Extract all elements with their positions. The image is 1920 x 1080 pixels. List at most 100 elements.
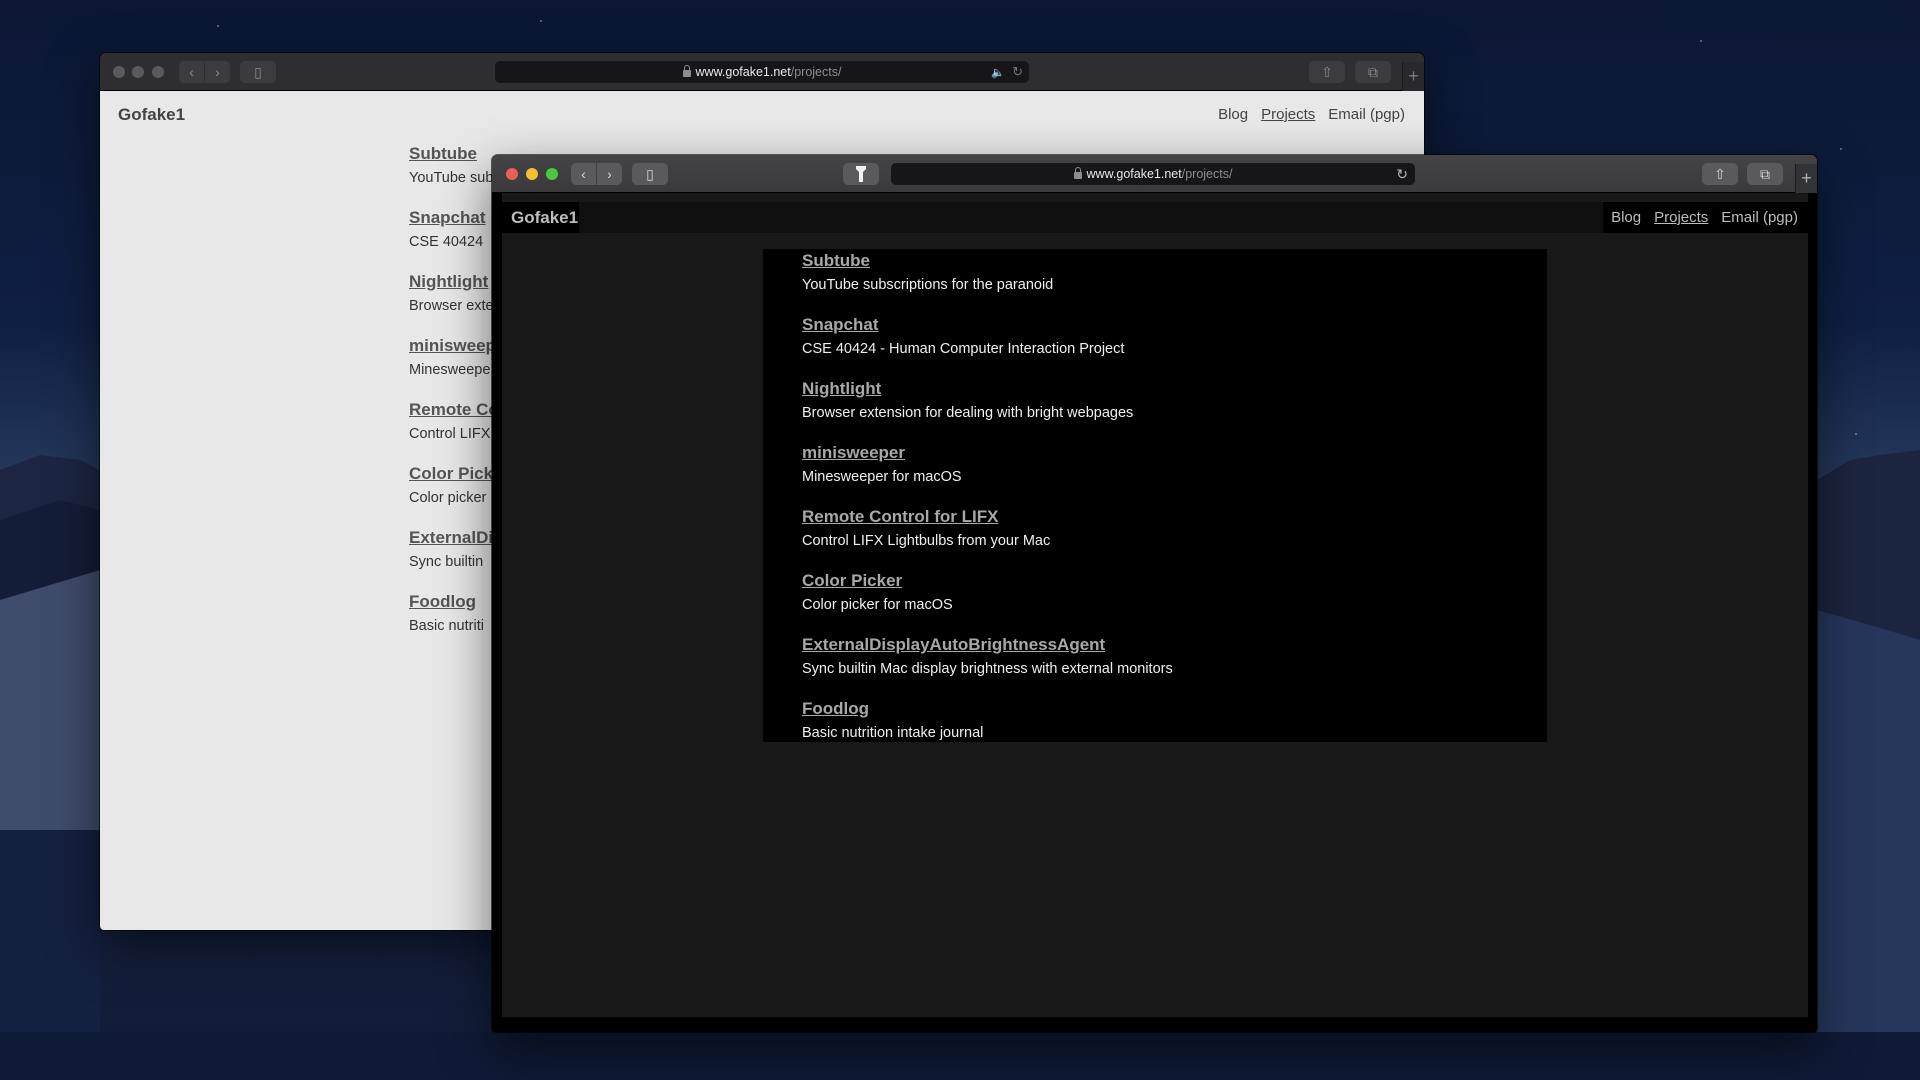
project-item: Nightlight Browser extension for dealing …	[802, 377, 1173, 441]
project-item: Snapchat CSE 40424	[409, 206, 499, 270]
project-description: Control LIFX	[409, 426, 491, 442]
browser-window-dark[interactable]: ‹ › ▯ www.gofake1.net/projects/ ↻ ⇧ ⧉ + …	[492, 155, 1817, 1032]
show-tabs-button[interactable]: ⧉	[1355, 61, 1391, 83]
project-title-link[interactable]: Remote Co	[409, 398, 499, 422]
project-title-link[interactable]: Color Picker	[802, 569, 1173, 593]
project-description: Control LIFX Lightbulbs from your Mac	[802, 533, 1051, 549]
sidebar-icon: ▯	[646, 165, 654, 182]
star	[1840, 148, 1842, 150]
nav-projects[interactable]: Projects	[1261, 106, 1315, 123]
star	[540, 20, 542, 22]
project-list: Subtube YouTube sub Snapchat CSE 40424 Nig…	[409, 142, 499, 654]
share-icon: ⇧	[1321, 63, 1333, 80]
project-item: Foodlog Basic nutriti	[409, 590, 499, 654]
project-title-link[interactable]: minisweeper	[802, 441, 1173, 465]
star	[1700, 40, 1702, 42]
reload-icon[interactable]: ↻	[1012, 64, 1023, 80]
project-description: CSE 40424	[409, 234, 484, 250]
project-item: ExternalDi Sync builtin	[409, 526, 499, 590]
tabs-icon: ⧉	[1368, 63, 1378, 80]
share-button[interactable]: ⇧	[1702, 163, 1738, 185]
project-title-link[interactable]: ExternalDisplayAutoBrightnessAgent	[802, 633, 1173, 657]
site-title[interactable]: Gofake1	[502, 202, 580, 233]
site-header: Gofake1 Blog Projects Email (pgp)	[502, 202, 1808, 233]
chevron-right-icon: ›	[215, 64, 220, 80]
project-title-link[interactable]: Foodlog	[802, 697, 1173, 721]
project-item: Color Picker Color picker for macOS	[802, 569, 1173, 633]
project-item: Remote Control for LIFX Control LIFX Ligh…	[802, 505, 1173, 569]
site-nav: Blog Projects Email (pgp)	[1218, 106, 1405, 123]
close-button[interactable]	[506, 168, 518, 180]
zoom-button[interactable]	[152, 66, 164, 78]
project-description: Basic nutriti	[409, 618, 484, 634]
window-toolbar: ‹ › ▯ www.gofake1.net/projects/ 🔈 ↻ ⇧ ⧉ …	[100, 53, 1424, 91]
project-title-link[interactable]: Remote Control for LIFX	[802, 505, 1173, 529]
sidebar-button[interactable]: ▯	[240, 61, 276, 83]
project-item: Remote Co Control LIFX	[409, 398, 499, 462]
project-title-link[interactable]: Subtube	[409, 142, 499, 166]
window-toolbar: ‹ › ▯ www.gofake1.net/projects/ ↻ ⇧ ⧉ +	[492, 155, 1817, 193]
share-icon: ⇧	[1714, 165, 1726, 182]
forward-button[interactable]: ›	[205, 61, 230, 83]
chevron-left-icon: ‹	[581, 166, 586, 182]
nav-email[interactable]: Email (pgp)	[1721, 202, 1798, 233]
project-title-link[interactable]: Nightlight	[802, 377, 1173, 401]
minimize-button[interactable]	[526, 168, 538, 180]
project-item: Snapchat CSE 40424 - Human Computer Inter…	[802, 313, 1173, 377]
flashlight-icon	[856, 166, 866, 182]
audio-icon[interactable]: 🔈	[991, 66, 1005, 79]
project-description: Browser extension for dealing with brigh…	[802, 405, 1134, 421]
project-description: Sync builtin Mac display brightness with…	[802, 661, 1173, 677]
star	[1855, 433, 1857, 435]
address-bar[interactable]: www.gofake1.net/projects/ ↻	[891, 163, 1415, 185]
project-title-link[interactable]: Snapchat	[802, 313, 1173, 337]
project-item: ExternalDisplayAutoBrightnessAgent Sync b…	[802, 633, 1173, 697]
project-title-link[interactable]: minisweep	[409, 334, 499, 358]
project-description: Sync builtin	[409, 554, 484, 570]
tabs-icon: ⧉	[1760, 165, 1770, 182]
sidebar-button[interactable]: ▯	[632, 163, 668, 185]
project-title-link[interactable]: Subtube	[802, 249, 1173, 273]
project-title-link[interactable]: Snapchat	[409, 206, 499, 230]
project-item: minisweeper Minesweeper for macOS	[802, 441, 1173, 505]
forward-button[interactable]: ›	[597, 163, 622, 185]
project-list: Subtube YouTube subscriptions for the par…	[802, 249, 1173, 761]
nav-blog[interactable]: Blog	[1218, 106, 1248, 123]
project-title-link[interactable]: Color Pick	[409, 462, 499, 486]
chevron-left-icon: ‹	[189, 64, 194, 80]
project-item: Nightlight Browser exte	[409, 270, 499, 334]
close-button[interactable]	[113, 66, 125, 78]
site-title[interactable]: Gofake1	[118, 105, 185, 125]
projects-content: Subtube YouTube subscriptions for the par…	[763, 249, 1547, 742]
nav-blog[interactable]: Blog	[1611, 202, 1641, 233]
plus-icon: +	[1408, 66, 1419, 86]
nav-email[interactable]: Email (pgp)	[1328, 106, 1405, 123]
project-item: minisweep Minesweepe	[409, 334, 499, 398]
show-tabs-button[interactable]: ⧉	[1747, 163, 1783, 185]
star	[217, 25, 219, 27]
new-tab-button[interactable]: +	[1402, 62, 1424, 91]
extension-button[interactable]	[843, 163, 879, 185]
site-nav: Blog Projects Email (pgp)	[1603, 202, 1808, 233]
url-path: /projects/	[790, 65, 842, 79]
minimize-button[interactable]	[132, 66, 144, 78]
project-description: Minesweepe	[409, 362, 491, 378]
web-page: Gofake1 Blog Projects Email (pgp) Subtub…	[502, 193, 1808, 1017]
project-description: Color picker	[409, 490, 487, 506]
reload-icon[interactable]: ↻	[1396, 166, 1408, 183]
chevron-right-icon: ›	[607, 166, 612, 182]
lock-icon	[682, 64, 691, 77]
project-description: Browser exte	[409, 298, 494, 314]
nav-projects[interactable]: Projects	[1654, 202, 1708, 233]
project-title-link[interactable]: ExternalDi	[409, 526, 499, 550]
back-button[interactable]: ‹	[571, 163, 596, 185]
lock-icon	[1073, 166, 1082, 179]
new-tab-button[interactable]: +	[1795, 164, 1817, 193]
project-title-link[interactable]: Nightlight	[409, 270, 499, 294]
share-button[interactable]: ⇧	[1309, 61, 1345, 83]
address-bar[interactable]: www.gofake1.net/projects/ 🔈 ↻	[495, 61, 1029, 83]
url-domain: www.gofake1.net	[695, 65, 791, 79]
zoom-button[interactable]	[546, 168, 558, 180]
project-title-link[interactable]: Foodlog	[409, 590, 499, 614]
back-button[interactable]: ‹	[179, 61, 204, 83]
